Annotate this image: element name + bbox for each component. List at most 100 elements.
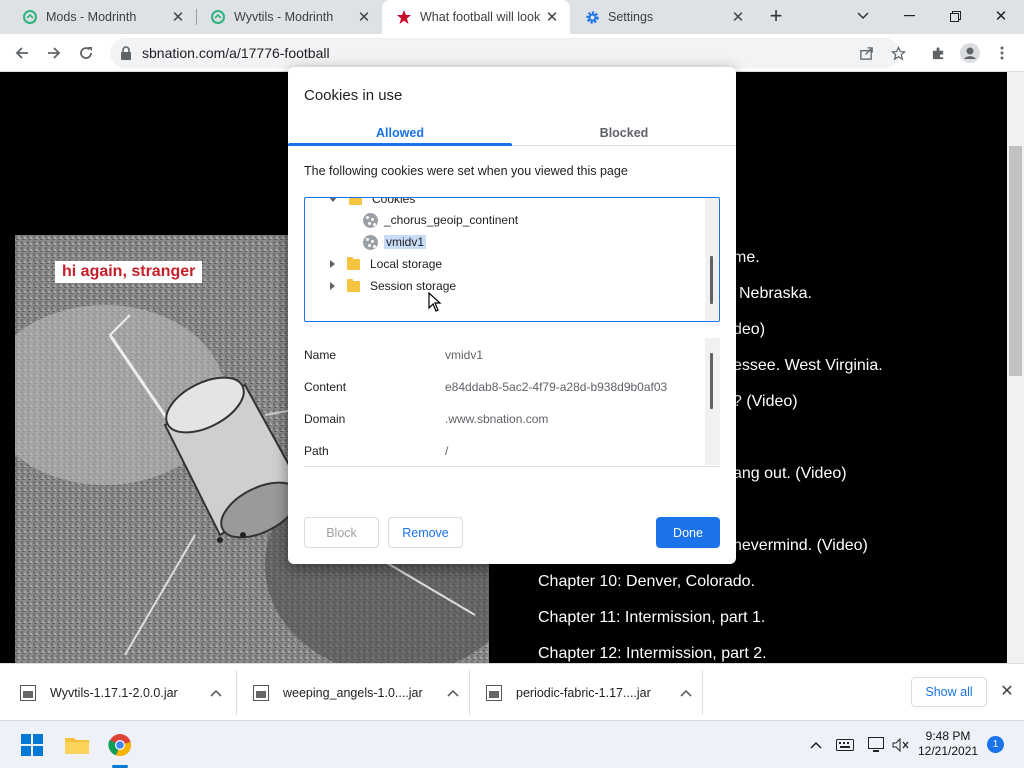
detail-value: / bbox=[445, 444, 449, 458]
chevron-up-icon[interactable] bbox=[447, 685, 459, 700]
bookmark-star-icon[interactable] bbox=[882, 34, 914, 72]
share-icon[interactable] bbox=[850, 34, 882, 72]
dialog-description: The following cookies were set when you … bbox=[304, 164, 628, 178]
tab-selected-indicator bbox=[288, 143, 512, 146]
download-item[interactable]: Wyvtils-1.17.1-2.0.0.jar bbox=[0, 664, 236, 721]
detail-key: Path bbox=[304, 444, 329, 458]
url-text: sbnation.com/a/17776-football bbox=[142, 45, 330, 61]
new-tab-button[interactable]: + bbox=[756, 0, 796, 32]
tab-mods-modrinth[interactable]: Mods - Modrinth ✕ bbox=[8, 0, 196, 34]
chapter-link[interactable]: Nebraska. bbox=[739, 285, 812, 303]
cookies-dialog: Cookies in use Allowed Blocked The follo… bbox=[288, 67, 736, 564]
network-monitor-icon[interactable] bbox=[866, 721, 888, 768]
tree-row-local-storage[interactable]: Local storage bbox=[330, 255, 442, 273]
file-explorer-icon[interactable] bbox=[57, 721, 97, 768]
close-window-button[interactable]: ✕ bbox=[978, 0, 1024, 32]
tree-label: vmidv1 bbox=[384, 235, 427, 249]
address-bar[interactable]: sbnation.com/a/17776-football bbox=[110, 38, 900, 68]
chapter-link[interactable]: deo) bbox=[733, 321, 765, 339]
folder-icon bbox=[349, 198, 362, 205]
download-item[interactable]: periodic-fabric-1.17....jar bbox=[466, 664, 702, 721]
notification-badge[interactable]: 1 bbox=[987, 736, 1004, 753]
chapter-link[interactable]: Chapter 12: Intermission, part 2. bbox=[538, 645, 767, 663]
tab-title: Wyvtils - Modrinth bbox=[234, 10, 334, 24]
close-download-bar-icon[interactable]: ✕ bbox=[996, 680, 1018, 702]
tab-title: What football will look bbox=[420, 10, 541, 24]
tree-row-cookie[interactable]: _chorus_geoip_continent bbox=[363, 211, 518, 229]
modrinth-icon bbox=[22, 9, 38, 25]
chevron-up-icon[interactable] bbox=[210, 685, 222, 700]
extensions-puzzle-icon[interactable] bbox=[922, 34, 954, 72]
tab-title: Settings bbox=[608, 10, 654, 24]
file-icon bbox=[486, 684, 502, 701]
download-item[interactable]: weeping_angels-1.0....jar bbox=[233, 664, 469, 721]
tree-scrollbar-thumb[interactable] bbox=[710, 256, 713, 304]
tab-blocked[interactable]: Blocked bbox=[512, 121, 736, 145]
expand-arrow-icon[interactable] bbox=[330, 282, 335, 290]
tab-allowed[interactable]: Allowed bbox=[288, 121, 512, 145]
details-divider bbox=[304, 466, 720, 467]
chapter-link[interactable]: Chapter 11: Intermission, part 1. bbox=[538, 609, 765, 627]
tab-title: Mods - Modrinth bbox=[46, 10, 137, 24]
tab-strip: Mods - Modrinth ✕ Wyvtils - Modrinth ✕ W… bbox=[0, 0, 1024, 34]
forward-button[interactable] bbox=[38, 34, 70, 72]
chevron-up-icon[interactable] bbox=[680, 685, 692, 700]
lock-icon[interactable] bbox=[120, 46, 132, 60]
detail-value: .www.sbnation.com bbox=[445, 412, 549, 426]
cookie-tree[interactable]: Cookies _chorus_geoip_continent vmidv1 L… bbox=[304, 197, 720, 322]
folder-icon bbox=[347, 256, 360, 270]
restore-button[interactable] bbox=[932, 0, 978, 32]
close-tab-icon[interactable]: ✕ bbox=[542, 7, 562, 27]
browser-menu-icon[interactable] bbox=[986, 34, 1018, 72]
download-filename: Wyvtils-1.17.1-2.0.0.jar bbox=[50, 685, 178, 700]
close-tab-icon[interactable]: ✕ bbox=[168, 7, 188, 27]
remove-button[interactable]: Remove bbox=[388, 517, 463, 548]
download-filename: periodic-fabric-1.17....jar bbox=[516, 685, 651, 700]
tree-label: Cookies bbox=[372, 197, 416, 206]
file-icon bbox=[253, 684, 269, 701]
show-hidden-icons-chevron[interactable] bbox=[806, 721, 826, 768]
tab-search-chevron-icon[interactable] bbox=[840, 0, 886, 32]
download-separator bbox=[702, 670, 703, 715]
chapter-link[interactable]: ang out. (Video) bbox=[733, 465, 847, 483]
volume-muted-icon[interactable] bbox=[890, 721, 912, 768]
photo-caption: hi again, stranger bbox=[55, 261, 203, 283]
tab-settings[interactable]: Settings ✕ bbox=[570, 0, 756, 34]
cookie-icon bbox=[363, 212, 378, 228]
block-button[interactable]: Block bbox=[304, 517, 379, 548]
chapter-link[interactable]: nevermind. (Video) bbox=[733, 537, 868, 555]
tree-row-cookie-selected[interactable]: vmidv1 bbox=[363, 233, 427, 251]
minimize-button[interactable] bbox=[886, 0, 932, 32]
back-button[interactable] bbox=[6, 34, 38, 72]
detail-key: Name bbox=[304, 348, 337, 362]
modrinth-icon bbox=[210, 9, 226, 25]
close-tab-icon[interactable]: ✕ bbox=[354, 7, 374, 27]
chapter-link[interactable]: Chapter 10: Denver, Colorado. bbox=[538, 573, 755, 591]
reload-button[interactable] bbox=[70, 34, 102, 72]
system-clock[interactable]: 9:48 PM 12/21/2021 bbox=[918, 729, 978, 759]
cookie-icon bbox=[363, 234, 378, 250]
page-scrollbar-thumb[interactable] bbox=[1009, 146, 1022, 376]
close-tab-icon[interactable]: ✕ bbox=[728, 7, 748, 27]
chapter-link[interactable]: essee. West Virginia. bbox=[733, 357, 883, 375]
dialog-title: Cookies in use bbox=[304, 87, 403, 104]
done-button[interactable]: Done bbox=[656, 517, 720, 548]
show-all-button[interactable]: Show all bbox=[911, 677, 987, 707]
taskbar: 9:48 PM 12/21/2021 bbox=[0, 720, 1024, 768]
chrome-icon[interactable] bbox=[100, 721, 140, 768]
tab-what-football[interactable]: What football will look ✕ bbox=[382, 0, 570, 34]
collapse-arrow-icon[interactable] bbox=[329, 198, 337, 202]
profile-avatar-icon[interactable] bbox=[954, 34, 986, 72]
chapter-link[interactable]: ? (Video) bbox=[733, 393, 798, 411]
folder-icon bbox=[347, 278, 360, 292]
tree-row-cookies[interactable]: Cookies bbox=[329, 197, 416, 208]
keyboard-icon[interactable] bbox=[834, 721, 856, 768]
tree-label: Session storage bbox=[370, 279, 457, 293]
expand-arrow-icon[interactable] bbox=[330, 260, 335, 268]
details-scrollbar-thumb[interactable] bbox=[710, 353, 713, 409]
mouse-cursor-icon bbox=[428, 292, 442, 312]
windows-start-icon[interactable] bbox=[12, 721, 52, 768]
tree-label: Local storage bbox=[370, 257, 443, 271]
tab-wyvtils-modrinth[interactable]: Wyvtils - Modrinth ✕ bbox=[196, 0, 382, 34]
chapter-link[interactable]: me. bbox=[733, 249, 760, 267]
